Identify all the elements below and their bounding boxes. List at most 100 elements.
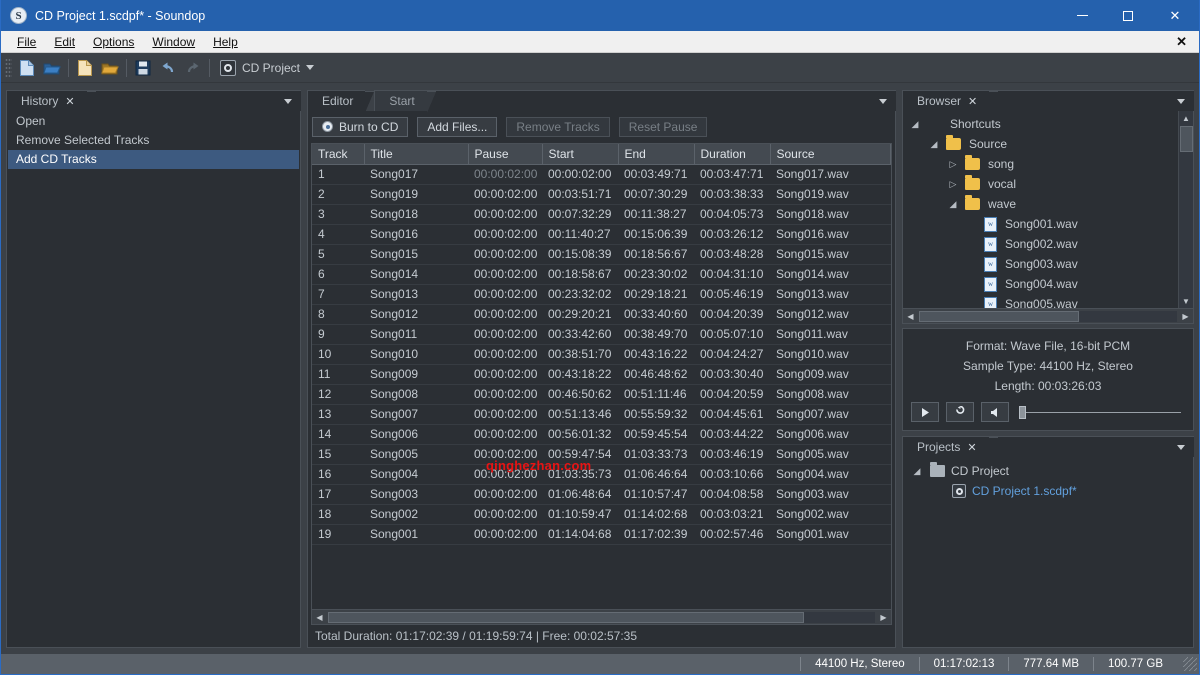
tree-vertical-scrollbar[interactable]: ▲ ▼ [1178,111,1193,308]
scroll-down-icon[interactable]: ▼ [1179,294,1194,308]
history-list[interactable]: Open Remove Selected Tracks Add CD Track… [7,111,300,647]
tree-item[interactable]: wSong005.wav [903,294,1193,308]
table-row[interactable]: 11Song00900:00:02:0000:43:18:2200:46:48:… [312,364,891,384]
tree-item[interactable]: ▷song [903,154,1193,174]
column-header-duration[interactable]: Duration [694,144,770,164]
close-icon[interactable]: ✕ [968,95,977,108]
close-icon[interactable]: ✕ [967,441,976,454]
project-tree-item[interactable]: CD Project 1.scdpf* [903,481,1193,501]
tree-item[interactable]: ◢Shortcuts [903,114,1193,134]
tab-editor[interactable]: Editor [307,90,365,111]
column-header-start[interactable]: Start [542,144,618,164]
close-window-button[interactable]: ✕ [1151,0,1199,31]
tab-start[interactable]: Start [374,90,426,111]
table-row[interactable]: 6Song01400:00:02:0000:18:58:6700:23:30:0… [312,264,891,284]
projects-tree[interactable]: ◢CD ProjectCD Project 1.scdpf* [903,457,1193,647]
tree-item[interactable]: ◢Source [903,134,1193,154]
table-row[interactable]: 10Song01000:00:02:0000:38:51:7000:43:16:… [312,344,891,364]
column-header-title[interactable]: Title [364,144,468,164]
volume-slider[interactable] [1019,405,1185,419]
project-tree-item[interactable]: ◢CD Project [903,461,1193,481]
scroll-up-icon[interactable]: ▲ [1179,111,1194,125]
project-selector[interactable]: CD Project [214,60,320,76]
tree-item[interactable]: wSong003.wav [903,254,1193,274]
scroll-left-icon[interactable]: ◀ [903,310,918,323]
new-project-icon[interactable] [73,56,97,80]
table-row[interactable]: 13Song00700:00:02:0000:51:13:4600:55:59:… [312,404,891,424]
redo-icon[interactable] [181,56,205,80]
chevron-down-icon[interactable]: ◢ [946,199,960,210]
open-project-icon[interactable] [98,56,122,80]
list-item[interactable]: Open [8,112,299,131]
burn-to-cd-button[interactable]: Burn to CD [312,117,408,137]
tree-item[interactable]: wSong002.wav [903,234,1193,254]
chevron-down-icon[interactable]: ◢ [908,119,922,130]
chevron-down-icon[interactable]: ◢ [927,139,941,150]
scroll-thumb[interactable] [1180,126,1193,152]
chevron-down-icon[interactable] [879,99,887,104]
undo-icon[interactable] [156,56,180,80]
tree-item[interactable]: wSong004.wav [903,274,1193,294]
table-row[interactable]: 2Song01900:00:02:0000:03:51:7100:07:30:2… [312,184,891,204]
column-header-track[interactable]: Track [312,144,364,164]
table-row[interactable]: 9Song01100:00:02:0000:33:42:6000:38:49:7… [312,324,891,344]
open-file-icon[interactable] [40,56,64,80]
scroll-right-icon[interactable]: ▶ [876,611,891,624]
column-header-pause[interactable]: Pause [468,144,542,164]
table-row[interactable]: 18Song00200:00:02:0001:10:59:4701:14:02:… [312,504,891,524]
table-row[interactable]: 14Song00600:00:02:0000:56:01:3200:59:45:… [312,424,891,444]
menu-edit[interactable]: Edit [46,33,83,51]
resize-grip-icon[interactable] [1183,657,1197,671]
tree-horizontal-scrollbar[interactable]: ◀ ▶ [903,308,1193,323]
table-row[interactable]: 7Song01300:00:02:0000:23:32:0200:29:18:2… [312,284,891,304]
minimize-button[interactable] [1059,0,1105,31]
chevron-down-icon[interactable] [1177,99,1185,104]
menu-file[interactable]: File [9,33,44,51]
table-row[interactable]: 19Song00100:00:02:0001:14:04:6801:17:02:… [312,524,891,544]
chevron-right-icon[interactable]: ▷ [946,159,960,170]
scroll-track[interactable] [919,311,1177,322]
table-row[interactable]: 3Song01800:00:02:0000:07:32:2900:11:38:2… [312,204,891,224]
grid-horizontal-scrollbar[interactable]: ◀ ▶ [312,609,891,624]
add-files-button[interactable]: Add Files... [417,117,497,137]
toolbar-grip[interactable] [5,58,12,78]
table-row[interactable]: 12Song00800:00:02:0000:46:50:6200:51:11:… [312,384,891,404]
chevron-down-icon[interactable] [1177,445,1185,450]
maximize-button[interactable] [1105,0,1151,31]
menu-options[interactable]: Options [85,33,142,51]
scroll-right-icon[interactable]: ▶ [1178,310,1193,323]
tree-item[interactable]: ▷vocal [903,174,1193,194]
tab-projects[interactable]: Projects ✕ [902,436,989,457]
volume-button[interactable] [981,402,1009,422]
list-item[interactable]: Remove Selected Tracks [8,131,299,150]
chevron-down-icon[interactable]: ◢ [910,466,924,477]
close-icon[interactable]: ✕ [65,95,74,108]
save-icon[interactable] [131,56,155,80]
table-row[interactable]: 5Song01500:00:02:0000:15:08:3900:18:56:6… [312,244,891,264]
file-tree[interactable]: ▲ ▼ ◢Shortcuts◢Source▷song▷vocal◢wavewSo… [903,111,1193,308]
grid-empty-area[interactable] [312,545,891,610]
table-row[interactable]: 1Song01700:00:02:0000:00:02:0000:03:49:7… [312,164,891,184]
tree-item[interactable]: wSong001.wav [903,214,1193,234]
menu-help[interactable]: Help [205,33,246,51]
column-header-source[interactable]: Source [770,144,891,164]
table-row[interactable]: 17Song00300:00:02:0001:06:48:6401:10:57:… [312,484,891,504]
close-document-button[interactable]: ✕ [1176,34,1199,50]
scroll-thumb[interactable] [919,311,1079,322]
table-row[interactable]: 15Song00500:00:02:0000:59:47:5401:03:33:… [312,444,891,464]
scroll-track[interactable] [328,612,875,623]
tab-browser[interactable]: Browser ✕ [902,90,989,111]
play-button[interactable] [911,402,939,422]
list-item[interactable]: Add CD Tracks [8,150,299,169]
chevron-right-icon[interactable]: ▷ [946,179,960,190]
new-file-icon[interactable] [15,56,39,80]
tab-history[interactable]: History ✕ [6,90,87,111]
menu-window[interactable]: Window [144,33,203,51]
table-row[interactable]: 8Song01200:00:02:0000:29:20:2100:33:40:6… [312,304,891,324]
column-header-end[interactable]: End [618,144,694,164]
table-row[interactable]: 16Song00400:00:02:0001:03:35:7301:06:46:… [312,464,891,484]
scroll-left-icon[interactable]: ◀ [312,611,327,624]
tree-item[interactable]: ◢wave [903,194,1193,214]
chevron-down-icon[interactable] [284,99,292,104]
scroll-thumb[interactable] [328,612,804,623]
